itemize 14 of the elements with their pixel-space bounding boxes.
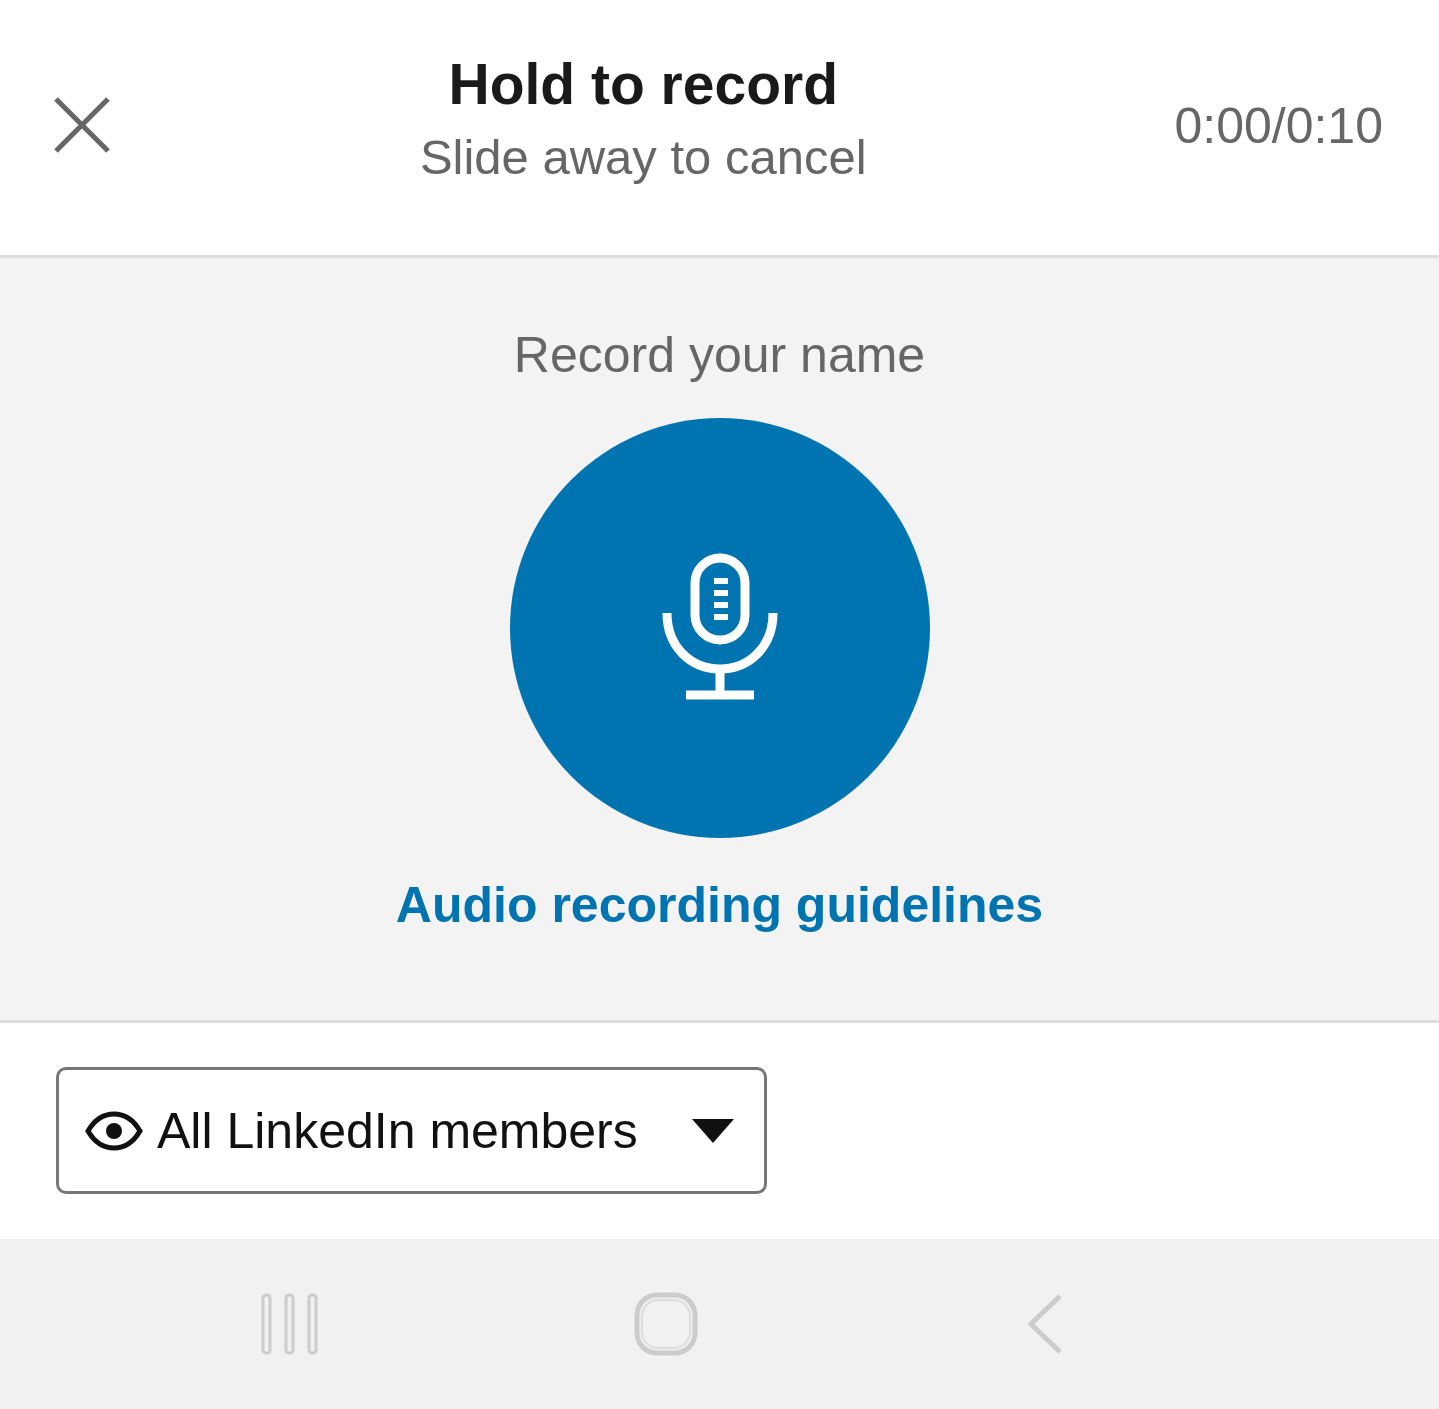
close-button[interactable] [52,94,112,155]
microphone-icon [661,553,778,703]
recording-timer: 0:00/0:10 [1174,96,1383,155]
recent-apps-icon[interactable] [259,1292,320,1356]
guidelines-link[interactable]: Audio recording guidelines [395,876,1044,934]
caret-icon [692,1118,734,1143]
dialog-title: Hold to record [448,50,838,117]
eye-icon [85,1110,143,1151]
close-icon [53,95,111,154]
home-icon[interactable] [633,1292,698,1356]
back-icon[interactable] [1025,1293,1064,1355]
cancel-hint: Slide away to cancel [419,128,867,185]
record-prompt: Record your name [513,326,926,384]
visibility-dropdown[interactable]: All LinkedIn members [56,1067,767,1194]
